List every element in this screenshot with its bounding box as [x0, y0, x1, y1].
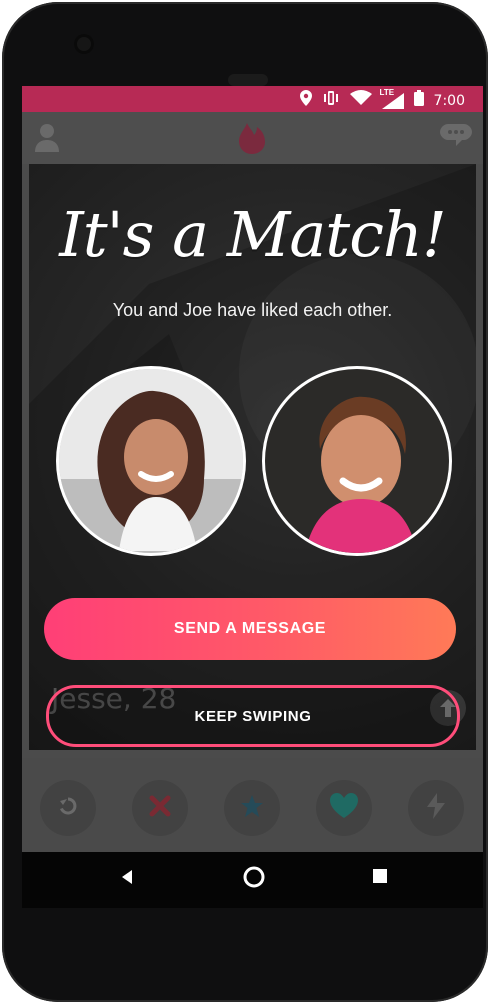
app-top-bar [22, 112, 483, 164]
signal-icon: LTE [380, 88, 404, 109]
boost-icon [427, 792, 445, 824]
boost-button[interactable] [408, 780, 464, 836]
earpiece-speaker [228, 74, 268, 86]
status-time: 7:00 [433, 92, 465, 109]
back-icon[interactable] [118, 868, 136, 891]
battery-icon [413, 90, 424, 111]
status-icons: LTE 7:00 [299, 88, 465, 111]
superlike-button[interactable] [224, 780, 280, 836]
front-camera [74, 34, 94, 54]
like-icon [329, 792, 359, 825]
flame-logo-icon[interactable] [238, 120, 266, 159]
recents-icon[interactable] [372, 868, 388, 889]
vibrate-icon [322, 90, 340, 111]
superlike-icon [239, 793, 265, 824]
rewind-button[interactable] [40, 780, 96, 836]
location-icon [299, 90, 312, 111]
match-subtitle: You and Joe have liked each other. [112, 300, 393, 320]
rewind-icon [57, 795, 79, 822]
like-button[interactable] [316, 780, 372, 836]
app-screen: LTE 7:00 Jesse, 28 It's a Match! You and… [22, 86, 483, 852]
android-nav-bar [22, 852, 483, 908]
send-message-button[interactable]: SEND A MESSAGE [44, 598, 456, 660]
status-bar: LTE 7:00 [22, 86, 483, 112]
bottom-action-bar [22, 758, 483, 852]
nope-icon [146, 792, 174, 825]
messages-icon[interactable] [440, 124, 472, 155]
network-type-label: LTE [379, 87, 395, 97]
keep-swiping-button[interactable]: KEEP SWIPING [46, 685, 460, 747]
match-title: It's a Match! [59, 198, 447, 271]
avatar-you [56, 366, 246, 556]
wifi-icon [349, 90, 372, 111]
profile-icon[interactable] [34, 122, 60, 157]
home-icon[interactable] [242, 865, 266, 894]
avatar-joe [262, 366, 452, 556]
nope-button[interactable] [132, 780, 188, 836]
